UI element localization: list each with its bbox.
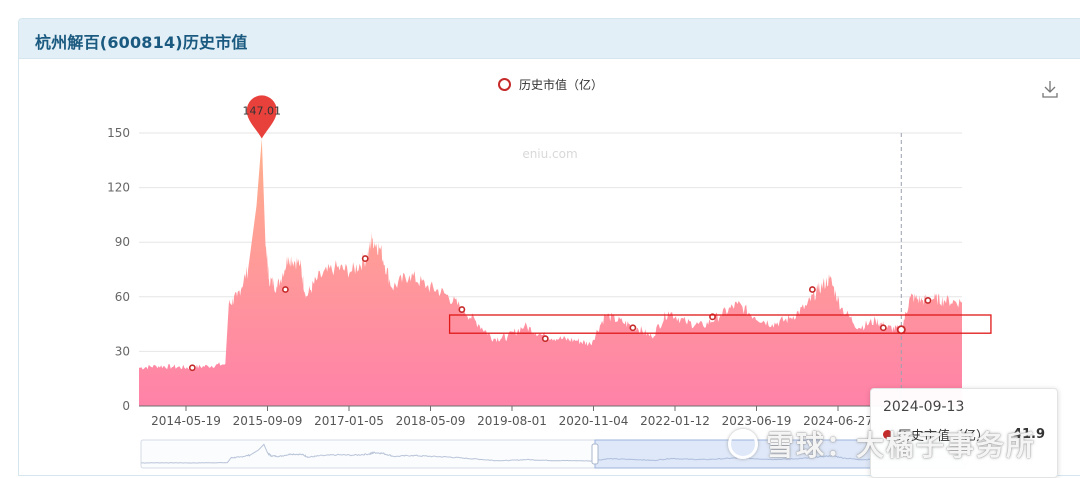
x-tick-label: 2022-01-12 — [640, 414, 710, 428]
circle-icon — [498, 78, 511, 91]
y-tick-label: 90 — [115, 235, 130, 249]
watermark-text: 雪球：大橘子事务所 — [766, 429, 1037, 462]
x-tick-label: 2019-08-01 — [477, 414, 547, 428]
x-tick-label: 2017-01-05 — [314, 414, 384, 428]
data-point-marker — [282, 286, 289, 293]
legend-label: 历史市值（亿） — [519, 78, 604, 92]
x-tick-label: 2018-05-09 — [396, 414, 466, 428]
data-point-marker — [924, 297, 932, 304]
y-tick-label: 120 — [107, 181, 130, 195]
cursor-point-marker — [896, 325, 906, 335]
data-point-marker — [541, 335, 549, 343]
brand-watermark: 雪球：大橘子事务所 — [728, 424, 1036, 464]
x-tick-label: 2015-09-09 — [233, 414, 303, 428]
zoom-slider-handle[interactable] — [591, 443, 599, 465]
y-tick-label: 30 — [115, 344, 130, 358]
tooltip-date: 2024-09-13 — [883, 399, 965, 415]
data-point-marker — [808, 286, 816, 293]
y-tick-label: 60 — [115, 290, 130, 304]
chart-legend[interactable]: 历史市值（亿） — [498, 76, 603, 93]
data-point-marker — [629, 324, 637, 332]
data-point-marker — [361, 255, 369, 262]
peak-label: 147.01 — [243, 104, 282, 117]
data-point-marker — [458, 306, 466, 313]
download-icon[interactable] — [1042, 80, 1058, 98]
site-watermark: eniu.com — [522, 147, 577, 161]
data-point-marker — [879, 324, 887, 332]
series-area — [139, 138, 962, 406]
x-tick-label: 2020-11-04 — [559, 414, 629, 428]
y-tick-label: 0 — [122, 399, 130, 413]
data-point-marker — [188, 364, 196, 372]
snowball-logo-icon — [728, 429, 758, 459]
y-tick-label: 150 — [107, 126, 130, 140]
x-tick-label: 2014-05-19 — [151, 414, 221, 428]
